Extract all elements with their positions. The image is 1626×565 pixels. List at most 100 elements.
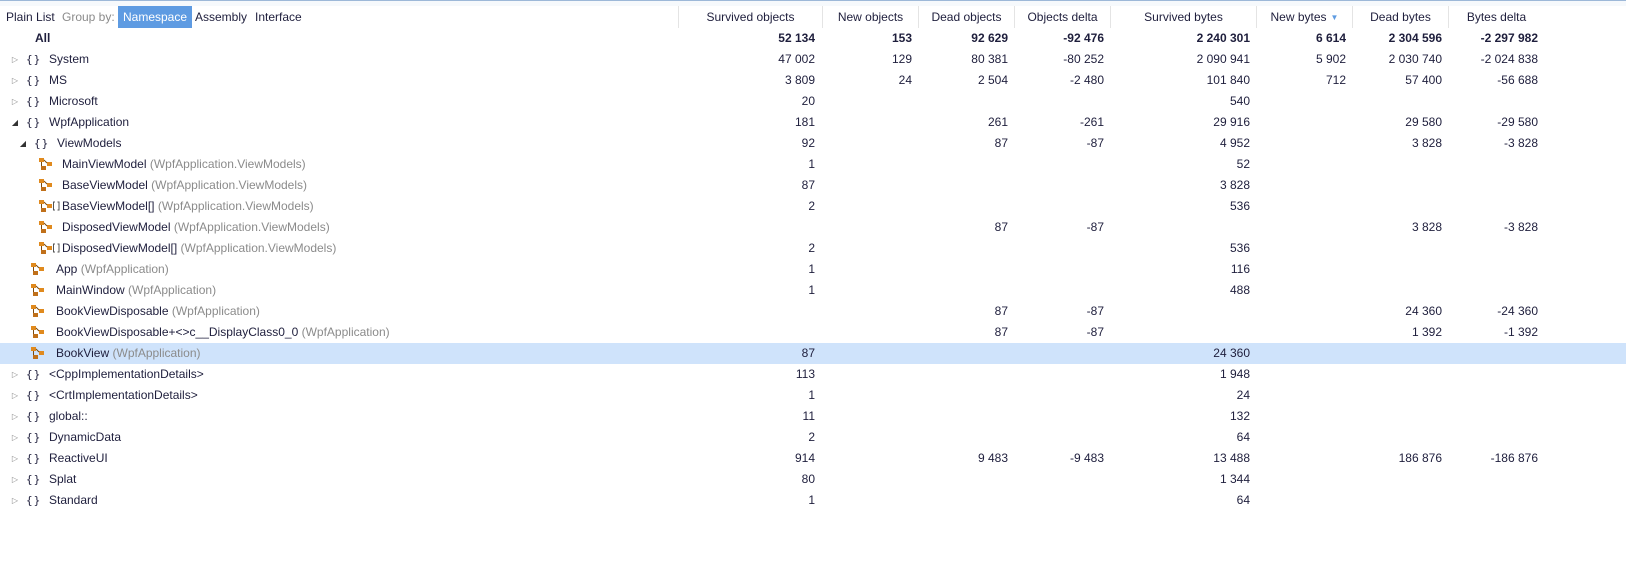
tree-row-label: Standard: [49, 490, 98, 511]
tree-row[interactable]: ▷ {} <CppImplementationDetails> 113 1 948: [0, 364, 1626, 385]
tree-row[interactable]: ▷ {} Standard 1 64: [0, 490, 1626, 511]
tree-row[interactable]: ▷ {} System 47 002 129 80 381 -80 252 2 090 941…: [0, 49, 1626, 70]
cell-survived-objects: 11: [802, 409, 815, 423]
column-header-survived-objects-label: Survived objects: [706, 10, 795, 24]
cell-dead-objects: 261: [987, 115, 1008, 129]
cell-new-bytes: 712: [1325, 73, 1346, 87]
group-by-assembly-button[interactable]: Assembly: [190, 6, 252, 28]
tree-row[interactable]: DisposedViewModel (WpfApplication.ViewMo…: [0, 217, 1626, 238]
expand-arrow-icon[interactable]: ▷: [10, 427, 20, 448]
group-by-interface-button[interactable]: Interface: [250, 6, 307, 28]
expand-arrow-icon[interactable]: ▷: [10, 70, 20, 91]
tree-row[interactable]: ▷ {} DynamicData 2 64: [0, 427, 1626, 448]
namespace-icon: {}: [26, 473, 42, 486]
cell-new-objects: 24: [898, 73, 912, 87]
column-header-new-objects[interactable]: New objects: [822, 6, 918, 28]
column-header-objects-delta[interactable]: Objects delta: [1014, 6, 1110, 28]
column-header-bytes-delta[interactable]: Bytes delta: [1448, 6, 1544, 28]
type-name: BookViewDisposable: [56, 304, 169, 318]
expand-arrow-icon[interactable]: ▷: [10, 49, 20, 70]
class-icon: [38, 178, 54, 192]
tree-row[interactable]: MainViewModel (WpfApplication.ViewModels…: [0, 154, 1626, 175]
tree-row[interactable]: DisposedViewModel[] (WpfApplication.View…: [0, 238, 1626, 259]
type-name: All: [35, 31, 51, 45]
collapse-arrow-icon[interactable]: ◢: [18, 133, 28, 154]
cell-dead-objects: 87: [994, 325, 1008, 339]
tree-row[interactable]: ▷ {} MS 3 809 24 2 504 -2 480 101 840 712 57 400 -…: [0, 70, 1626, 91]
cell-survived-objects: 87: [801, 178, 815, 192]
group-by-label: Group by:: [62, 10, 115, 24]
column-header-dead-bytes[interactable]: Dead bytes: [1352, 6, 1448, 28]
expand-arrow-icon[interactable]: ▷: [10, 385, 20, 406]
cell-bytes-delta: -3 828: [1503, 136, 1538, 150]
cell-survived-objects: 914: [794, 451, 815, 465]
array-class-icon: [38, 199, 60, 213]
tree-row[interactable]: ◢ {} ViewModels 92 87 -87 4 952 3 828 -3 828: [0, 133, 1626, 154]
tree-row[interactable]: BookViewDisposable+<>c__DisplayClass0_0 …: [0, 322, 1626, 343]
expand-arrow-icon[interactable]: ▷: [10, 364, 20, 385]
column-header-new-bytes-label: New bytes: [1270, 10, 1327, 24]
tree-row[interactable]: MainWindow (WpfApplication) 1 488: [0, 280, 1626, 301]
expand-arrow-icon[interactable]: ▷: [10, 448, 20, 469]
cell-survived-objects: 2: [808, 241, 815, 255]
cell-bytes-delta: -2 024 838: [1480, 52, 1538, 66]
type-name: Standard: [49, 493, 98, 507]
cell-survived-bytes: 24 360: [1213, 346, 1250, 360]
expand-arrow-icon[interactable]: ▷: [10, 406, 20, 427]
tree-row[interactable]: ▷ {} <CrtImplementationDetails> 1 24: [0, 385, 1626, 406]
tree-row[interactable]: ▷ {} ReactiveUI 914 9 483 -9 483 13 488 186 876…: [0, 448, 1626, 469]
tree-row[interactable]: ◢ {} WpfApplication 181 261 -261 29 916 29 580 -…: [0, 112, 1626, 133]
cell-survived-objects: 3 809: [784, 73, 815, 87]
tree-row-label: BaseViewModel (WpfApplication.ViewModels…: [62, 175, 307, 196]
class-icon: [30, 304, 46, 318]
namespace-icon: {}: [26, 116, 42, 129]
cell-bytes-delta: -186 876: [1490, 451, 1538, 465]
cell-survived-bytes: 101 840: [1206, 73, 1250, 87]
allocation-tree: All 52 134 153 92 629 -92 476 2 240 301 6 614 2…: [0, 28, 1626, 511]
namespace-icon: {}: [26, 452, 42, 465]
cell-objects-delta: -87: [1086, 304, 1104, 318]
cell-objects-delta: -261: [1079, 115, 1104, 129]
cell-survived-bytes: 1 344: [1219, 472, 1250, 486]
cell-survived-bytes: 13 488: [1213, 451, 1250, 465]
column-header-dead-objects[interactable]: Dead objects: [918, 6, 1014, 28]
cell-dead-bytes: 24 360: [1405, 304, 1442, 318]
cell-survived-bytes: 3 828: [1219, 178, 1250, 192]
type-namespace-context: (WpfApplication): [168, 304, 260, 318]
column-header-new-bytes[interactable]: New bytes ▼: [1256, 6, 1352, 28]
tree-row-label: MainWindow (WpfApplication): [56, 280, 216, 301]
namespace-icon: {}: [26, 53, 42, 66]
tree-row[interactable]: ▷ {} global:: 11 132: [0, 406, 1626, 427]
tree-row[interactable]: BaseViewModel[] (WpfApplication.ViewMode…: [0, 196, 1626, 217]
cell-objects-delta: -87: [1086, 136, 1104, 150]
tree-row-label: ReactiveUI: [49, 448, 108, 469]
column-header-survived-objects[interactable]: Survived objects: [678, 6, 822, 28]
cell-survived-objects: 2: [808, 199, 815, 213]
type-namespace-context: (WpfApplication.ViewModels): [154, 199, 314, 213]
tree-row-all[interactable]: All 52 134 153 92 629 -92 476 2 240 301 6 614 2…: [0, 28, 1626, 49]
cell-survived-bytes: 116: [1230, 262, 1250, 276]
expand-arrow-icon[interactable]: ▷: [10, 91, 20, 112]
expand-arrow-icon[interactable]: ▷: [10, 490, 20, 511]
tree-row[interactable]: BaseViewModel (WpfApplication.ViewModels…: [0, 175, 1626, 196]
type-name: global::: [49, 409, 88, 423]
tree-row[interactable]: BookViewDisposable (WpfApplication) 87 -87…: [0, 301, 1626, 322]
cell-survived-bytes: 4 952: [1219, 136, 1250, 150]
cell-survived-objects: 1: [808, 283, 815, 297]
type-name: BookView: [56, 346, 110, 360]
tree-row-label: System: [49, 49, 89, 70]
plain-list-button[interactable]: Plain List: [6, 6, 55, 28]
group-by-namespace-button[interactable]: Namespace: [118, 6, 193, 28]
tree-row[interactable]: App (WpfApplication) 1 116: [0, 259, 1626, 280]
collapse-arrow-icon[interactable]: ◢: [10, 112, 20, 133]
cell-dead-bytes: 29 580: [1405, 115, 1442, 129]
type-name: BaseViewModel: [62, 178, 148, 192]
tree-row-label: BookViewDisposable+<>c__DisplayClass0_0 …: [56, 322, 390, 343]
column-header-survived-bytes[interactable]: Survived bytes: [1110, 6, 1256, 28]
tree-row[interactable]: BookView (WpfApplication) 87 24 360: [0, 343, 1626, 364]
tree-row[interactable]: ▷ {} Microsoft 20 540: [0, 91, 1626, 112]
tree-row[interactable]: ▷ {} Splat 80 1 344: [0, 469, 1626, 490]
cell-survived-bytes: 2 240 301: [1196, 31, 1250, 45]
expand-arrow-icon[interactable]: ▷: [10, 469, 20, 490]
column-header-bytes-delta-label: Bytes delta: [1466, 10, 1527, 24]
